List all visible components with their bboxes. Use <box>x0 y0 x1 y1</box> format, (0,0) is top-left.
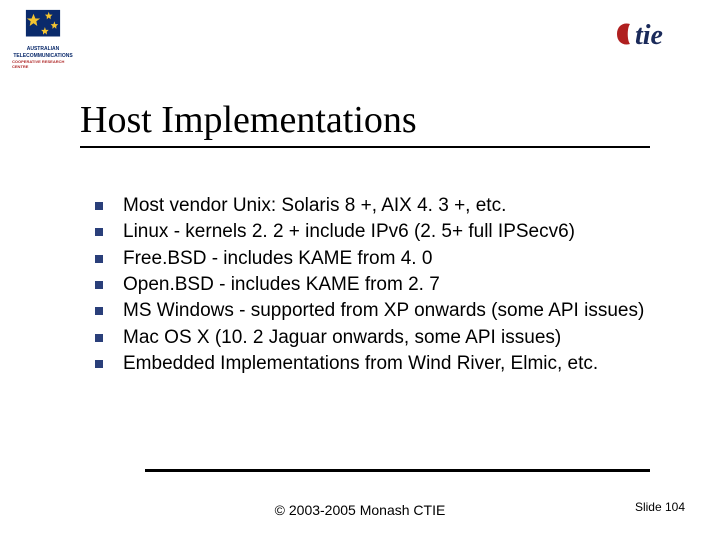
bullet-text: Open.BSD - includes KAME from 2. 7 <box>123 273 440 297</box>
footer-slide-number: Slide 104 <box>635 500 685 514</box>
star-flag-icon <box>24 8 62 46</box>
list-item: MS Windows - supported from XP onwards (… <box>95 299 655 323</box>
bullet-icon <box>95 334 103 342</box>
bullet-icon <box>95 255 103 263</box>
bullet-text: Most vendor Unix: Solaris 8 +, AIX 4. 3 … <box>123 194 506 218</box>
logo-atcrc: AUSTRALIAN TELECOMMUNICATIONS COOPERATIV… <box>12 8 74 70</box>
bullet-icon <box>95 202 103 210</box>
ctie-logo-icon: tie <box>605 14 700 54</box>
logo-ctie: tie <box>605 14 700 54</box>
bullet-text: Linux - kernels 2. 2 + include IPv6 (2. … <box>123 220 575 244</box>
list-item: Most vendor Unix: Solaris 8 +, AIX 4. 3 … <box>95 194 655 218</box>
title-underline <box>80 146 650 148</box>
header-logos: AUSTRALIAN TELECOMMUNICATIONS COOPERATIV… <box>0 8 720 68</box>
logo-right-text: tie <box>635 20 663 51</box>
bullet-text: Embedded Implementations from Wind River… <box>123 352 598 376</box>
list-item: Open.BSD - includes KAME from 2. 7 <box>95 273 655 297</box>
bullet-icon <box>95 281 103 289</box>
bullet-icon <box>95 360 103 368</box>
bullet-text: MS Windows - supported from XP onwards (… <box>123 299 644 323</box>
list-item: Mac OS X (10. 2 Jaguar onwards, some API… <box>95 326 655 350</box>
list-item: Free.BSD - includes KAME from 4. 0 <box>95 247 655 271</box>
footer-divider <box>145 469 650 472</box>
logo-left-line1: AUSTRALIAN <box>27 47 60 53</box>
slide-title: Host Implementations <box>80 98 417 142</box>
bullet-text: Mac OS X (10. 2 Jaguar onwards, some API… <box>123 326 561 350</box>
bullet-icon <box>95 307 103 315</box>
logo-left-sub: COOPERATIVE RESEARCH CENTRE <box>12 59 74 69</box>
list-item: Embedded Implementations from Wind River… <box>95 352 655 376</box>
footer-copyright: © 2003-2005 Monash CTIE <box>0 502 720 518</box>
list-item: Linux - kernels 2. 2 + include IPv6 (2. … <box>95 220 655 244</box>
bullet-text: Free.BSD - includes KAME from 4. 0 <box>123 247 432 271</box>
bullet-list: Most vendor Unix: Solaris 8 +, AIX 4. 3 … <box>95 194 655 378</box>
bullet-icon <box>95 228 103 236</box>
